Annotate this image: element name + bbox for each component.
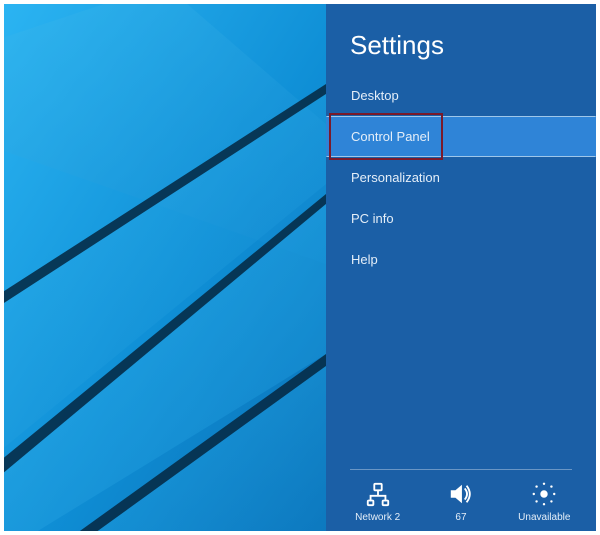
settings-menu: Desktop Control Panel Personalization PC… (326, 75, 596, 280)
tray-divider (350, 469, 572, 470)
quick-settings-tray: Network 2 67 (326, 469, 596, 523)
network-icon (364, 480, 392, 508)
menu-item-personalization[interactable]: Personalization (326, 157, 596, 198)
wallpaper-rays (4, 4, 326, 531)
tray-network-label: Network 2 (355, 512, 400, 523)
volume-icon (447, 480, 475, 508)
menu-item-help[interactable]: Help (326, 239, 596, 280)
brightness-icon (530, 480, 558, 508)
settings-title: Settings (326, 4, 596, 75)
tray-row: Network 2 67 (326, 480, 596, 523)
tray-volume[interactable]: 67 (421, 480, 501, 523)
menu-item-pc-info[interactable]: PC info (326, 198, 596, 239)
tray-brightness[interactable]: Unavailable (504, 480, 584, 523)
screenshot-stage: Settings Desktop Control Panel Personali… (0, 0, 600, 535)
tray-brightness-label: Unavailable (518, 512, 570, 523)
tray-volume-label: 67 (455, 512, 466, 523)
desktop-wallpaper (4, 4, 326, 531)
menu-item-desktop[interactable]: Desktop (326, 75, 596, 116)
menu-item-control-panel[interactable]: Control Panel (326, 116, 596, 157)
tray-network[interactable]: Network 2 (338, 480, 418, 523)
settings-charm-panel: Settings Desktop Control Panel Personali… (326, 4, 596, 531)
